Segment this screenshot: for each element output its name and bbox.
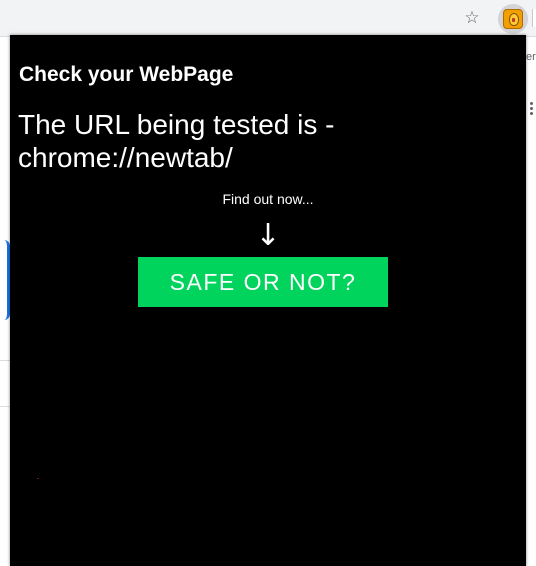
down-arrow-icon: ↓ (255, 218, 281, 253)
background-divider (0, 406, 10, 407)
popup-title: Check your WebPage (19, 63, 234, 86)
background-divider (0, 360, 10, 361)
safe-or-not-button[interactable]: SAFE OR NOT? (138, 257, 388, 307)
stray-dot (37, 478, 39, 479)
apps-grid-icon[interactable] (528, 102, 536, 116)
tested-url-text: The URL being tested is - chrome://newtab… (18, 108, 518, 174)
find-out-prompt: Find out now... (222, 191, 314, 207)
address-bar[interactable] (0, 4, 492, 32)
url-label: The URL being tested is - (18, 109, 335, 140)
extension-button[interactable] (498, 4, 528, 34)
toolbar-menu-edge (532, 9, 536, 27)
star-icon[interactable]: ☆ (463, 9, 481, 27)
url-value: chrome://newtab/ (18, 142, 233, 173)
browser-toolbar: ☆ (0, 0, 536, 37)
background-card-edge (0, 240, 10, 320)
extension-popup: Check your WebPage The URL being tested … (10, 35, 526, 566)
background-partial-text: er (526, 51, 536, 63)
extension-icon (503, 9, 523, 29)
